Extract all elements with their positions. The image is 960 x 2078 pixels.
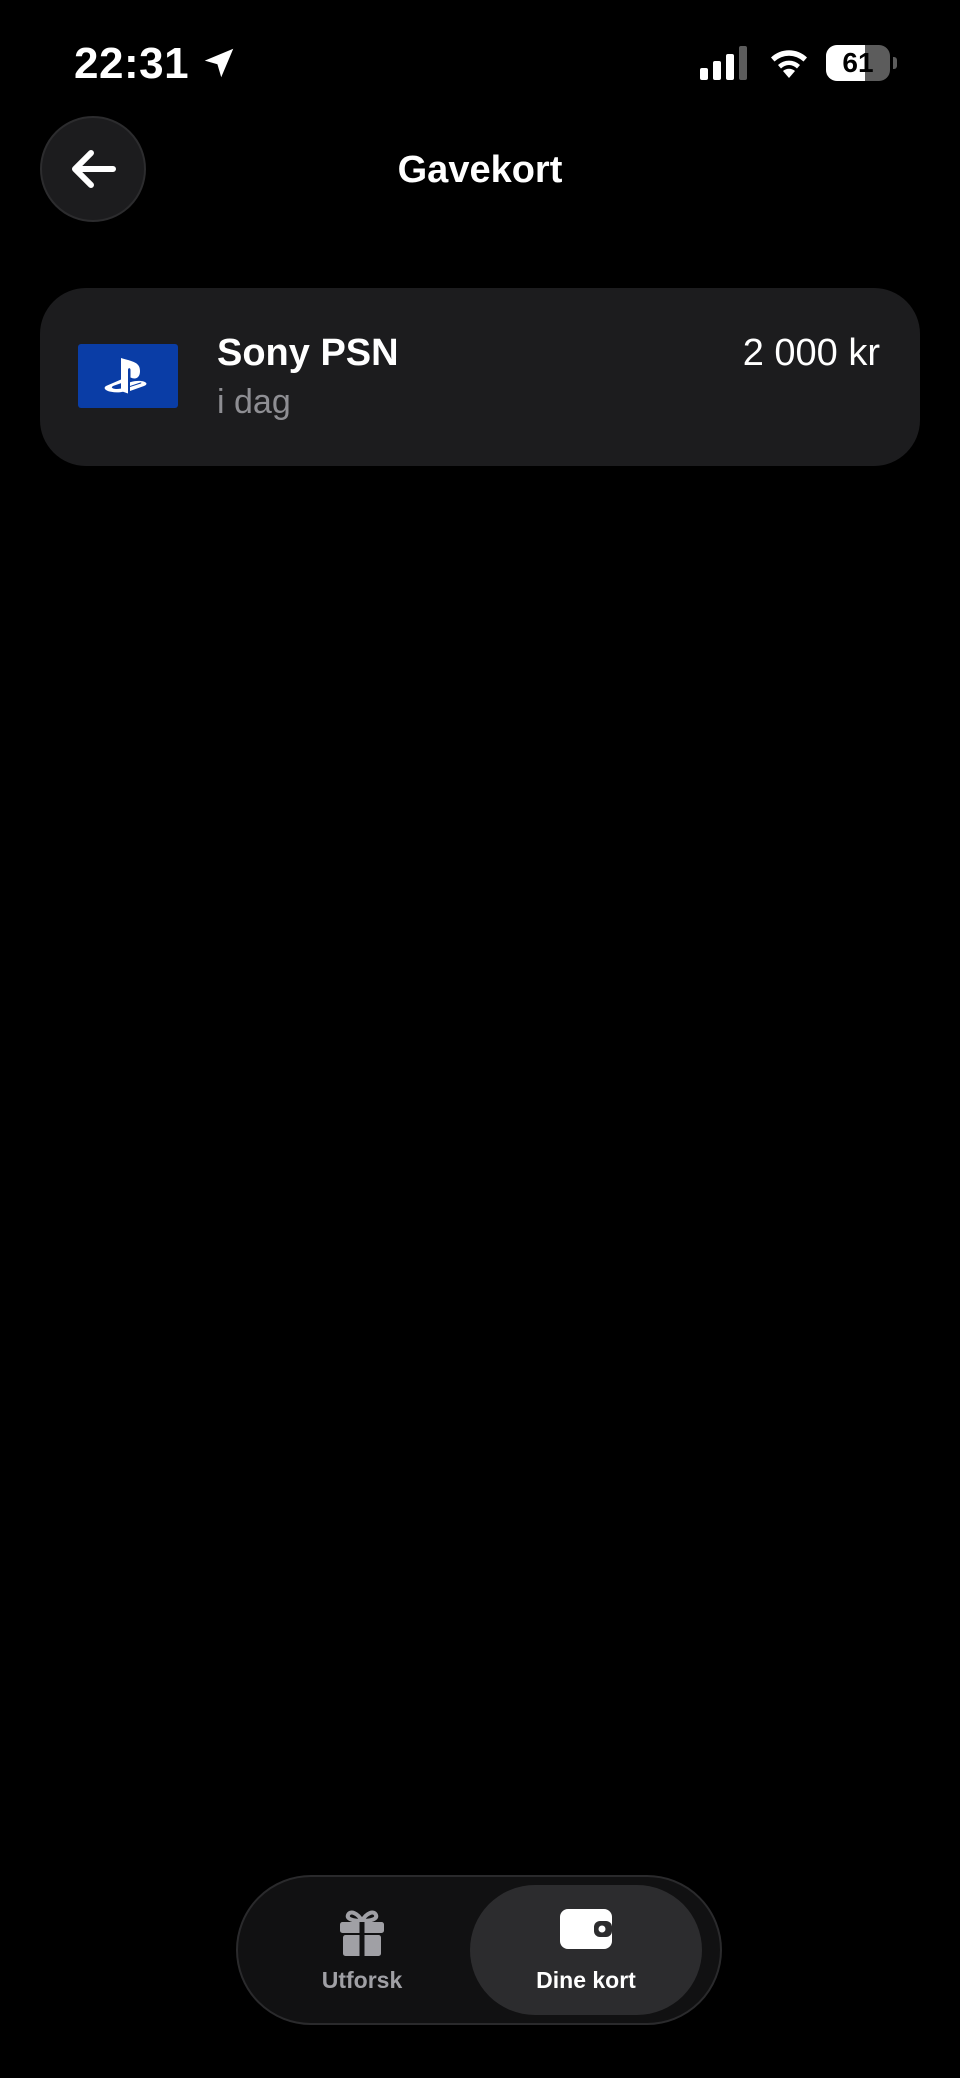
card-name: Sony PSN xyxy=(217,332,399,374)
gift-icon xyxy=(340,1910,384,1956)
battery-icon: 61 xyxy=(826,45,898,81)
location-icon xyxy=(204,48,234,78)
gift-card-item[interactable]: Sony PSN i dag 2 000 kr xyxy=(40,288,920,466)
battery-level: 61 xyxy=(842,47,874,78)
card-amount: 2 000 kr xyxy=(742,332,880,374)
tab-your-cards[interactable]: Dine kort xyxy=(470,1885,702,2015)
wallet-icon xyxy=(560,1909,612,1949)
card-date: i dag xyxy=(217,383,291,421)
tab-your-cards-label: Dine kort xyxy=(536,1967,636,1993)
tab-explore[interactable]: Utforsk xyxy=(246,1885,478,2015)
tab-explore-label: Utforsk xyxy=(321,1967,403,1993)
wifi-icon xyxy=(771,50,807,78)
cellular-signal-icon xyxy=(700,46,747,80)
page-title: Gavekort xyxy=(397,149,563,191)
status-bar: 22:31 61 xyxy=(0,0,960,120)
playstation-icon xyxy=(104,358,147,394)
playstation-logo xyxy=(78,344,178,408)
tab-bar: Utforsk Dine kort xyxy=(236,1875,722,2025)
status-time: 22:31 xyxy=(74,39,190,88)
